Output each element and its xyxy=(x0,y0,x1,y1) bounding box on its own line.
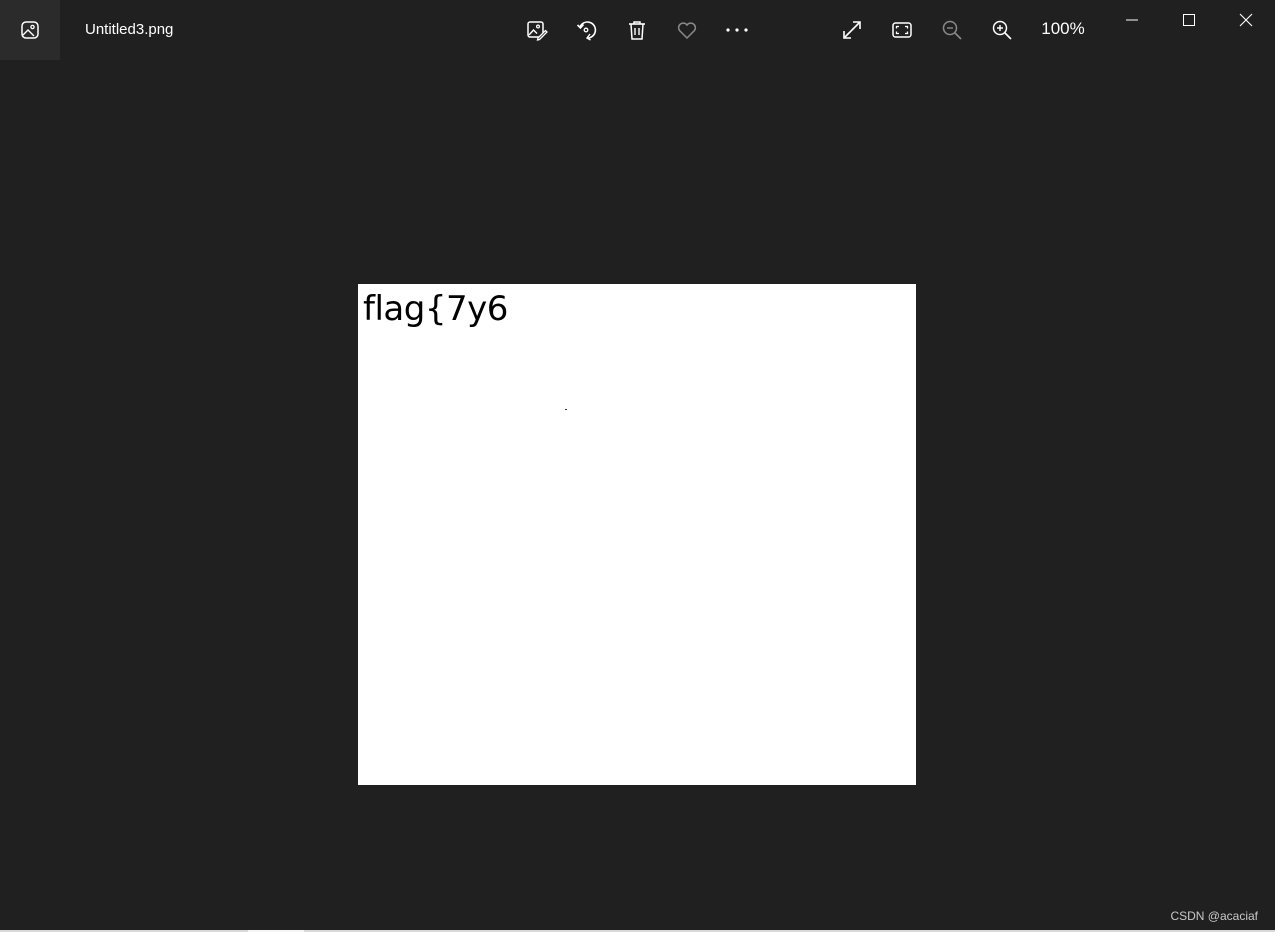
delete-button[interactable] xyxy=(617,10,657,50)
image-flag-text: flag{7y6Kv xyxy=(363,289,509,329)
rotate-button[interactable] xyxy=(567,10,607,50)
full-screen-button[interactable] xyxy=(832,10,872,50)
favorite-button[interactable] xyxy=(667,10,707,50)
minimize-button[interactable] xyxy=(1107,0,1157,40)
title-bar: Untitled3.png 100% xyxy=(0,0,1275,60)
zoom-in-icon xyxy=(992,20,1012,40)
fit-to-window-button[interactable] xyxy=(882,10,922,50)
full-screen-icon xyxy=(843,21,861,39)
app-icon-box[interactable] xyxy=(0,0,60,60)
photos-app-window: Untitled3.png 100% flag{7y6 CSDN @acacia… xyxy=(0,0,1275,932)
zoom-level-label[interactable]: 100% xyxy=(1036,18,1090,40)
close-button[interactable] xyxy=(1221,0,1271,40)
favorite-heart-icon xyxy=(677,22,697,40)
maximize-icon xyxy=(1183,14,1195,26)
displayed-image[interactable]: flag{7y6Kv xyxy=(358,284,916,785)
zoom-out-button[interactable] xyxy=(932,10,972,50)
fit-to-window-icon xyxy=(892,22,912,38)
minimize-icon xyxy=(1126,19,1138,21)
edit-image-button[interactable] xyxy=(517,10,557,50)
delete-icon xyxy=(629,21,645,40)
rotate-icon xyxy=(576,21,597,41)
zoom-out-icon xyxy=(942,20,962,40)
watermark: CSDN @acaciaf xyxy=(1170,909,1258,923)
more-options-icon xyxy=(726,28,748,32)
maximize-button[interactable] xyxy=(1164,0,1214,40)
file-name-title: Untitled3.png xyxy=(85,21,174,38)
photos-app-icon xyxy=(21,21,39,39)
more-options-button[interactable] xyxy=(717,10,757,50)
edit-image-icon xyxy=(527,21,548,41)
close-icon xyxy=(1239,13,1253,27)
image-speck xyxy=(565,409,567,410)
zoom-in-button[interactable] xyxy=(982,10,1022,50)
